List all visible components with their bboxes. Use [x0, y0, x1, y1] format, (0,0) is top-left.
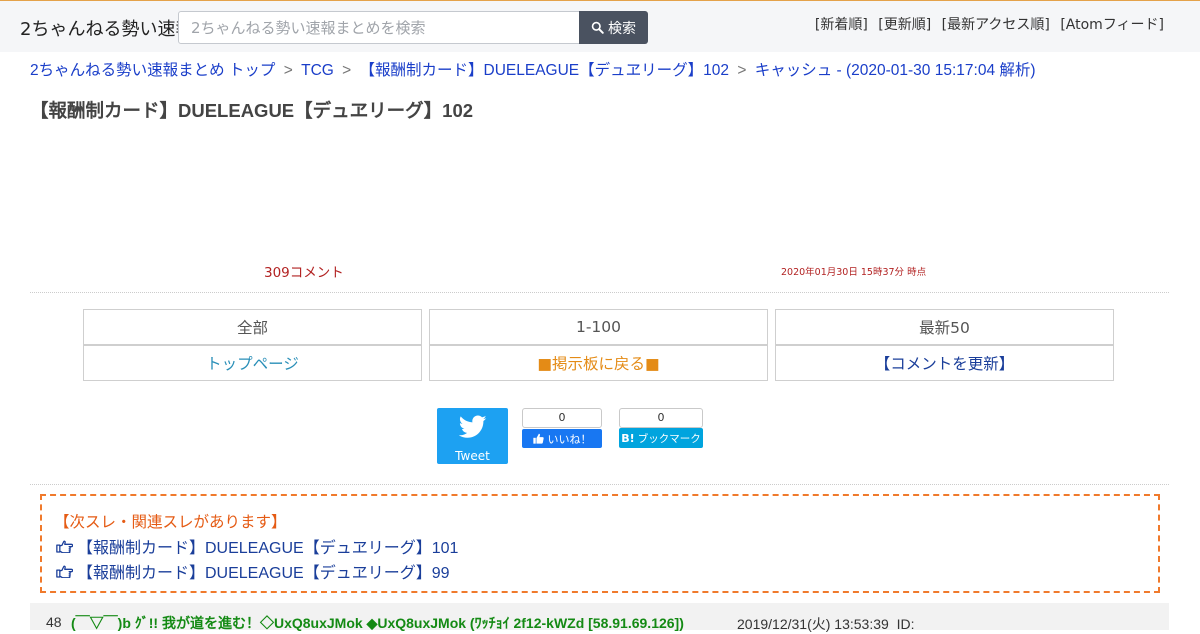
post-number[interactable]: 48 [46, 614, 62, 630]
tweet-button[interactable]: Tweet [437, 408, 508, 464]
top-page-button[interactable]: トップページ [83, 345, 422, 381]
site-title[interactable]: 2ちゃんねる勢い速報まとめ [20, 15, 180, 41]
snapshot-timestamp: 2020年01月30日 15時37分 時点 [781, 267, 927, 278]
search-input[interactable] [178, 11, 580, 44]
breadcrumb-separator: > [737, 62, 747, 79]
view-latest50-button[interactable]: 最新50 [775, 309, 1114, 345]
breadcrumb-home[interactable]: 2ちゃんねる勢い速報まとめ トップ [30, 62, 275, 79]
nav-recent-access[interactable]: [最新アクセス順] [942, 17, 1050, 33]
tweet-label: Tweet [455, 449, 490, 463]
related-thread-link[interactable]: 【報酬制カード】DUELEAGUE【デュヱリーグ】101 [56, 534, 458, 558]
post-date: 2019/12/31(火) 13:53:39 ID: [737, 614, 914, 634]
back-to-board-button[interactable]: ■掲示板に戻る■ [429, 345, 768, 381]
breadcrumb: 2ちゃんねる勢い速報まとめ トップ > TCG > 【報酬制カード】DUELEA… [30, 58, 1036, 80]
nav-updated[interactable]: [更新順] [878, 17, 931, 33]
page-title: 【報酬制カード】DUELEAGUE【デュヱリーグ】102 [30, 100, 474, 121]
top-nav: [新着順] [更新順] [最新アクセス順] [Atomフィード] [809, 14, 1164, 34]
facebook-like-count: 0 [522, 408, 602, 428]
facebook-like-label: いいね！ [547, 432, 592, 446]
related-threads-box: 【次スレ・関連スレがあります】 【報酬制カード】DUELEAGUE【デュヱリーグ… [40, 494, 1160, 593]
nav-newest[interactable]: [新着順] [815, 17, 868, 33]
related-thread-title: 【報酬制カード】DUELEAGUE【デュヱリーグ】101 [77, 540, 459, 557]
hatena-bookmark-button[interactable]: B! ブックマーク [619, 428, 703, 448]
related-thread-link[interactable]: 【報酬制カード】DUELEAGUE【デュヱリーグ】99 [56, 559, 450, 583]
breadcrumb-category[interactable]: TCG [301, 62, 334, 79]
twitter-bird-icon [459, 415, 487, 438]
post-header: 48 (￣▽￣)b ｸﾞ!! 我が道を進む！◇UxQ8uxJMok ◆UxQ8u… [30, 603, 1169, 632]
pointing-hand-icon [56, 540, 73, 553]
related-thread-title: 【報酬制カード】DUELEAGUE【デュヱリーグ】99 [77, 565, 450, 582]
divider [30, 484, 1169, 485]
pointing-hand-icon [56, 565, 73, 578]
divider [30, 292, 1169, 293]
breadcrumb-separator: > [283, 62, 293, 79]
search-icon [591, 21, 604, 34]
related-threads-heading: 【次スレ・関連スレがあります】 [54, 513, 287, 531]
hatena-b-icon: B! [621, 431, 635, 445]
facebook-like-button[interactable]: いいね！ [522, 429, 602, 448]
breadcrumb-cache[interactable]: キャッシュ - (2020-01-30 15:17:04 解析) [755, 62, 1036, 79]
breadcrumb-separator: > [342, 62, 352, 79]
comment-count: 309コメント [264, 265, 344, 281]
view-all-button[interactable]: 全部 [83, 309, 422, 345]
breadcrumb-thread[interactable]: 【報酬制カード】DUELEAGUE【デュヱリーグ】102 [360, 62, 729, 79]
search-button[interactable]: 検索 [579, 11, 648, 44]
view-1-100-button[interactable]: 1-100 [429, 309, 768, 345]
hatena-bookmark-count: 0 [619, 408, 703, 428]
nav-atom-feed[interactable]: [Atomフィード] [1060, 17, 1164, 33]
post-author-name: (￣▽￣)b ｸﾞ!! 我が道を進む！◇UxQ8uxJMok ◆UxQ8uxJM… [71, 615, 684, 631]
top-header: 2ちゃんねる勢い速報まとめ 検索 [新着順] [更新順] [最新アクセス順] [… [0, 0, 1200, 52]
hatena-bookmark-label: ブックマーク [637, 432, 701, 445]
refresh-comments-button[interactable]: 【コメントを更新】 [775, 345, 1114, 381]
thumbs-up-icon [532, 433, 544, 444]
search-button-label: 検索 [608, 20, 636, 37]
